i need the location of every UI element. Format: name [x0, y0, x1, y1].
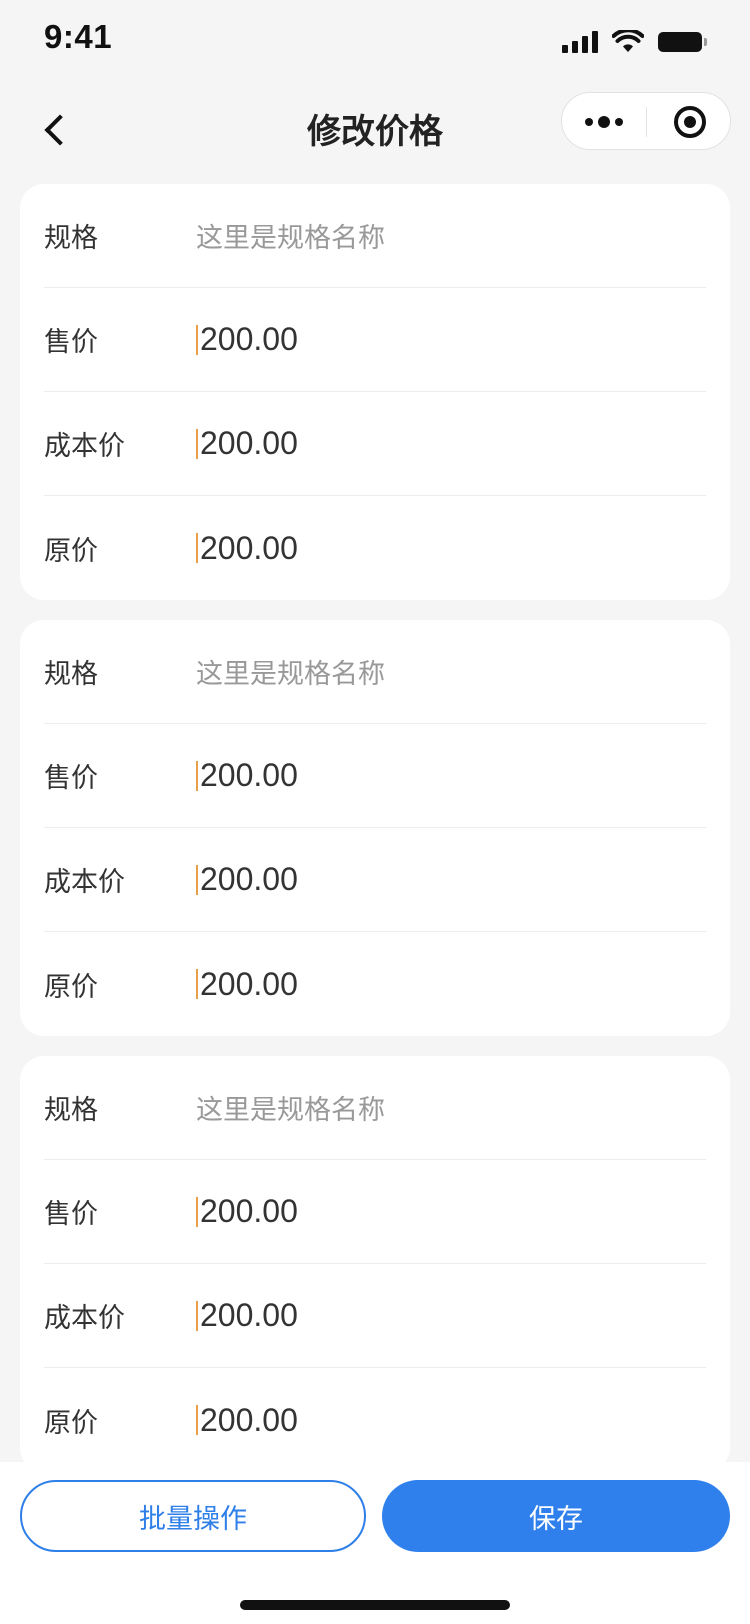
sale-price-input[interactable]: 200.00: [196, 1193, 706, 1230]
more-dot-center: [598, 116, 610, 128]
battery-icon: [658, 32, 707, 52]
cost-price-input[interactable]: 200.00: [196, 1297, 706, 1334]
text-caret: [196, 760, 198, 791]
text-caret: [196, 324, 198, 355]
sale-price-value: 200.00: [200, 757, 298, 793]
batch-operation-button[interactable]: 批量操作: [20, 1480, 366, 1552]
spec-card: 规格 这里是规格名称 售价 200.00 成本价 200.00 原价 200.0…: [20, 1056, 730, 1462]
text-caret: [196, 428, 198, 459]
cost-price-label: 成本价: [44, 431, 125, 462]
spec-card: 规格 这里是规格名称 售价 200.00 成本价 200.00 原价 200.0…: [20, 620, 730, 1036]
more-button[interactable]: [562, 93, 646, 151]
more-dot-right: [615, 118, 623, 126]
spec-name: 这里是规格名称: [196, 659, 385, 690]
original-price-value: 200.00: [200, 1401, 298, 1438]
miniprogram-capsule: [561, 92, 731, 150]
save-button[interactable]: 保存: [382, 1480, 730, 1552]
cost-price-label: 成本价: [44, 1303, 125, 1334]
spec-name: 这里是规格名称: [196, 1095, 385, 1126]
text-caret: [196, 864, 198, 895]
target-circle-icon: [673, 106, 706, 138]
spec-label: 规格: [44, 223, 98, 254]
sale-price-row: 售价 200.00: [44, 288, 706, 392]
cost-price-input[interactable]: 200.00: [196, 425, 706, 462]
cost-price-input[interactable]: 200.00: [196, 861, 706, 898]
sale-price-value: 200.00: [200, 1193, 298, 1229]
original-price-label: 原价: [44, 1407, 98, 1439]
cost-price-label: 成本价: [44, 867, 125, 898]
cost-price-row: 成本价 200.00: [44, 1264, 706, 1368]
sale-price-label: 售价: [44, 763, 98, 794]
original-price-label: 原价: [44, 535, 98, 567]
sale-price-label: 售价: [44, 1199, 98, 1230]
cost-price-row: 成本价 200.00: [44, 392, 706, 496]
original-price-value: 200.00: [200, 529, 298, 566]
home-indicator: [240, 1600, 510, 1610]
footer-bar: 批量操作 保存: [0, 1462, 750, 1624]
spec-label: 规格: [44, 1095, 98, 1126]
original-price-value: 200.00: [200, 965, 298, 1002]
original-price-row: 原价 200.00: [44, 932, 706, 1036]
nav-bar: 修改价格: [0, 88, 750, 178]
status-icons: [562, 28, 707, 56]
target-dot: [683, 116, 696, 128]
spec-card: 规格 这里是规格名称 售价 200.00 成本价 200.00 原价 200.0…: [20, 184, 730, 600]
spec-row: 规格 这里是规格名称: [44, 620, 706, 724]
cost-price-value: 200.00: [200, 425, 298, 461]
original-price-row: 原价 200.00: [44, 1368, 706, 1462]
cost-price-row: 成本价 200.00: [44, 828, 706, 932]
sale-price-value: 200.00: [200, 321, 298, 357]
original-price-row: 原价 200.00: [44, 496, 706, 600]
text-caret: [196, 533, 198, 563]
spec-list: 规格 这里是规格名称 售价 200.00 成本价 200.00 原价 200.0…: [20, 184, 730, 1462]
sale-price-input[interactable]: 200.00: [196, 757, 706, 794]
signal-icon: [562, 31, 598, 53]
wifi-icon: [612, 30, 644, 52]
text-caret: [196, 1300, 198, 1331]
text-caret: [196, 969, 198, 999]
spec-label: 规格: [44, 659, 98, 690]
original-price-label: 原价: [44, 971, 98, 1003]
original-price-input[interactable]: 200.00: [196, 966, 706, 1003]
text-caret: [196, 1196, 198, 1227]
close-button[interactable]: [647, 93, 732, 151]
status-bar: 9:41: [0, 0, 750, 88]
cost-price-value: 200.00: [200, 1297, 298, 1333]
status-time: 9:41: [44, 18, 113, 55]
sale-price-input[interactable]: 200.00: [196, 321, 706, 358]
spec-row: 规格 这里是规格名称: [44, 184, 706, 288]
original-price-input[interactable]: 200.00: [196, 530, 706, 567]
sale-price-label: 售价: [44, 327, 98, 358]
spec-row: 规格 这里是规格名称: [44, 1056, 706, 1160]
sale-price-row: 售价 200.00: [44, 724, 706, 828]
original-price-input[interactable]: 200.00: [196, 1402, 706, 1439]
text-caret: [196, 1405, 198, 1435]
spec-name: 这里是规格名称: [196, 223, 385, 254]
cost-price-value: 200.00: [200, 861, 298, 897]
sale-price-row: 售价 200.00: [44, 1160, 706, 1264]
more-dots-icon: [585, 118, 593, 126]
